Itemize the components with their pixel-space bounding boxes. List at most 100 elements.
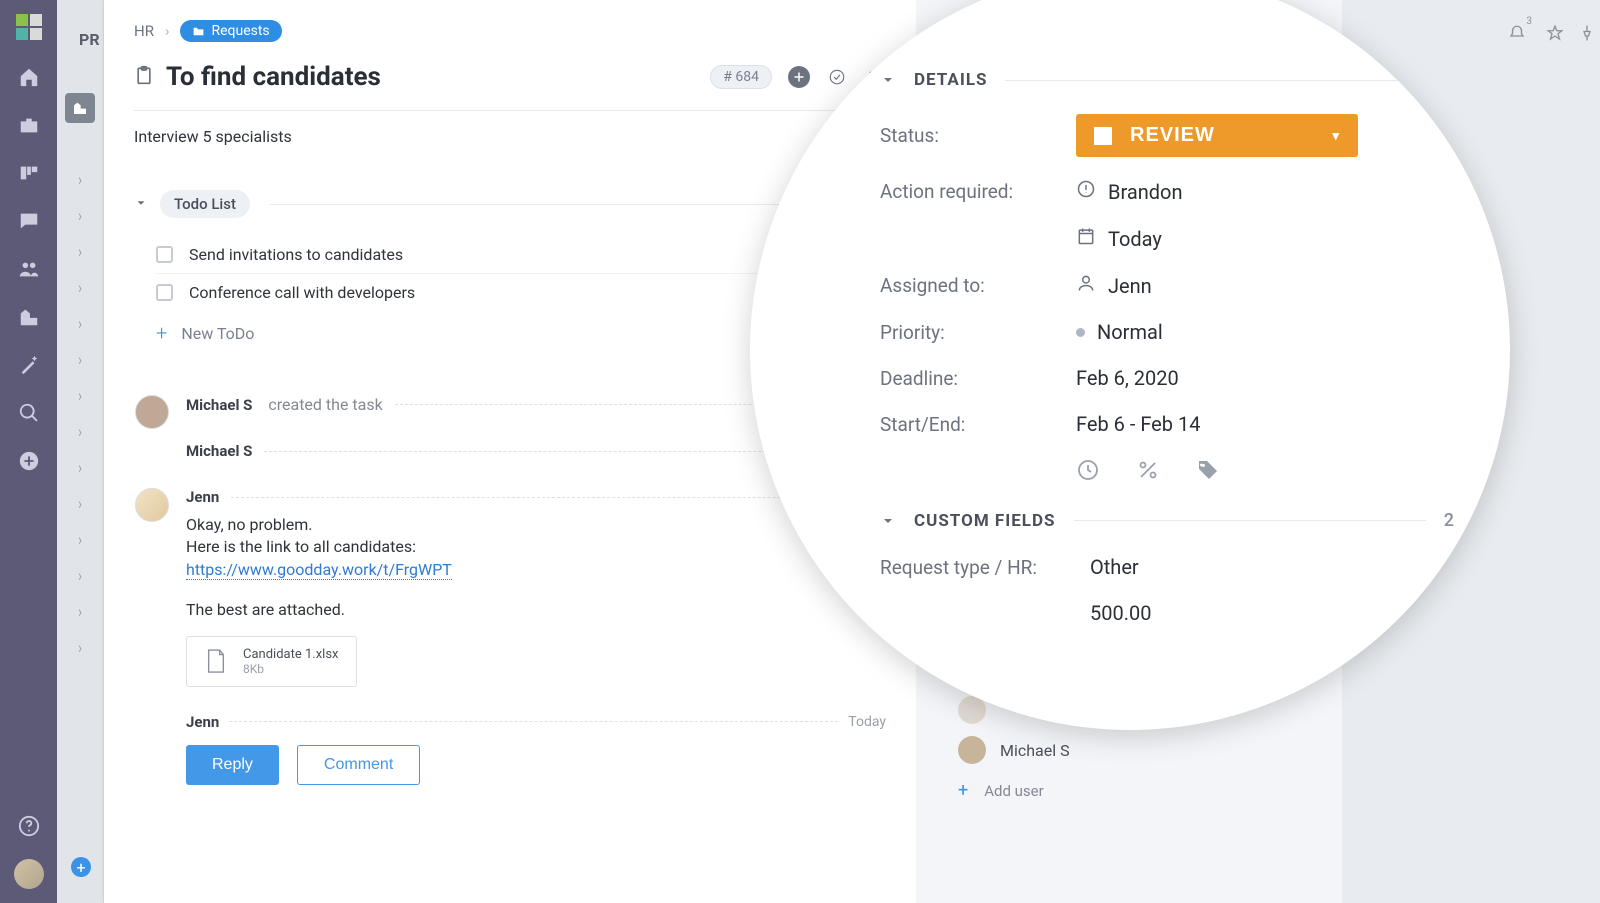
priority-value[interactable]: Normal: [1097, 320, 1163, 344]
custom-fields-header[interactable]: CUSTOM FIELDS 2: [880, 510, 1454, 531]
calendar-icon: [1076, 226, 1096, 251]
wand-icon[interactable]: [18, 354, 40, 376]
todo-text: Send invitations to candidates: [189, 245, 403, 264]
reply-time: Today: [848, 714, 886, 730]
add-project-button[interactable]: +: [71, 857, 91, 877]
assigned-label: Assigned to:: [880, 274, 1076, 297]
chevron-down-icon: ▾: [1332, 128, 1340, 144]
star-icon[interactable]: [1546, 24, 1564, 42]
org-tile[interactable]: [65, 93, 95, 123]
add-button[interactable]: [788, 66, 810, 88]
status-dropdown[interactable]: REVIEW ▾: [1076, 114, 1358, 157]
people-icon[interactable]: [18, 258, 40, 280]
tree-chevron-icon[interactable]: ›: [78, 206, 82, 226]
chat-icon[interactable]: [18, 210, 40, 232]
project-column: PR › › › › › › › › › › › › › › +: [57, 0, 104, 903]
request-type-value[interactable]: Other: [1090, 555, 1139, 579]
status-color-icon: [1094, 127, 1112, 145]
alert-circle-icon: [1076, 179, 1096, 204]
task-description: Interview 5 specialists: [134, 127, 886, 146]
request-type-label: Request type / HR:: [880, 556, 1090, 579]
startend-label: Start/End:: [880, 413, 1076, 436]
tree-chevron-icon[interactable]: ›: [78, 314, 82, 334]
tree-chevron-icon[interactable]: ›: [78, 242, 82, 262]
activity-separator-user: Michael S: [186, 442, 252, 460]
user-row[interactable]: Michael S: [958, 736, 1070, 764]
action-when[interactable]: Today: [1108, 227, 1162, 251]
pin-icon[interactable]: [1578, 24, 1596, 42]
folder-icon: [192, 25, 205, 38]
breadcrumb-root[interactable]: HR: [134, 22, 154, 40]
action-user[interactable]: Brandon: [1108, 180, 1183, 204]
help-icon[interactable]: [18, 815, 40, 837]
left-rail: [0, 0, 57, 903]
file-icon: [205, 648, 227, 674]
add-circle-icon[interactable]: [18, 450, 40, 472]
custom-fields-count: 2: [1444, 510, 1454, 531]
user-name: Michael S: [1000, 741, 1070, 760]
chevron-right-icon: ›: [165, 22, 170, 40]
plus-icon: +: [958, 780, 968, 801]
clock-icon[interactable]: [1076, 458, 1100, 482]
message-line: Okay, no problem.: [186, 514, 886, 536]
tree-chevron-icon[interactable]: ›: [78, 458, 82, 478]
tree-chevron-icon[interactable]: ›: [78, 170, 82, 190]
tag-icon[interactable]: [1196, 458, 1220, 482]
avatar: [135, 395, 169, 429]
assigned-value[interactable]: Jenn: [1108, 274, 1152, 298]
todo-text: Conference call with developers: [189, 283, 415, 302]
tree-chevron-icon[interactable]: ›: [78, 494, 82, 514]
message-line: Here is the link to all candidates:: [186, 536, 886, 558]
avatar: [135, 488, 169, 522]
notification-icon[interactable]: 3: [1508, 24, 1532, 42]
search-icon[interactable]: [18, 402, 40, 424]
app-logo[interactable]: [16, 14, 42, 40]
percent-icon[interactable]: [1136, 458, 1160, 482]
todo-header[interactable]: Todo List: [134, 190, 886, 218]
breadcrumb-folder[interactable]: Requests: [180, 20, 281, 42]
board-icon[interactable]: [18, 162, 40, 184]
home-icon[interactable]: [18, 66, 40, 88]
tree-chevron-icon[interactable]: ›: [78, 602, 82, 622]
comment-button[interactable]: Comment: [297, 745, 420, 785]
tree-chevron-icon[interactable]: ›: [78, 566, 82, 586]
action-required-label: Action required:: [880, 180, 1076, 203]
custom-fields-heading: CUSTOM FIELDS: [914, 511, 1056, 531]
details-heading: DETAILS: [914, 70, 987, 90]
breadcrumb: HR › Requests: [134, 20, 886, 42]
tree-chevron-icon[interactable]: ›: [78, 350, 82, 370]
tree-chevron-icon[interactable]: ›: [78, 386, 82, 406]
reply-user: Jenn: [186, 713, 219, 731]
message-line: The best are attached.: [186, 599, 886, 621]
deadline-value[interactable]: Feb 6, 2020: [1076, 366, 1179, 390]
chevron-down-icon: [880, 513, 896, 529]
project-column-header: PR: [57, 30, 103, 49]
activity-action: created the task: [268, 395, 382, 414]
reply-button[interactable]: Reply: [186, 745, 279, 785]
todo-list-label: Todo List: [160, 190, 250, 218]
details-section-header[interactable]: DETAILS: [880, 70, 1454, 90]
plus-icon: +: [156, 321, 167, 345]
add-user-button[interactable]: + Add user: [958, 780, 1070, 801]
status-value: REVIEW: [1130, 124, 1215, 147]
startend-value[interactable]: Feb 6 - Feb 14: [1076, 412, 1200, 436]
chevron-down-icon: [880, 72, 896, 88]
tree-chevron-icon[interactable]: ›: [78, 422, 82, 442]
add-user-label: Add user: [984, 782, 1043, 800]
activity-user: Jenn: [186, 488, 219, 506]
briefcase-icon[interactable]: [18, 114, 40, 136]
message-link[interactable]: https://www.goodday.work/t/FrgWPT: [186, 560, 452, 580]
tree-chevron-icon[interactable]: ›: [78, 278, 82, 298]
attachment-name: Candidate 1.xlsx: [243, 647, 338, 662]
user-avatar[interactable]: [14, 859, 44, 889]
attachment[interactable]: Candidate 1.xlsx 8Kb: [186, 636, 357, 687]
tree-chevron-icon[interactable]: ›: [78, 530, 82, 550]
todo-checkbox[interactable]: [156, 284, 173, 301]
check-circle-icon[interactable]: [826, 66, 848, 88]
status-label: Status:: [880, 124, 1076, 147]
todo-checkbox[interactable]: [156, 246, 173, 263]
clipboard-icon: [134, 65, 154, 89]
org-icon[interactable]: [18, 306, 40, 328]
custom-amount-value[interactable]: 500.00: [1090, 601, 1151, 625]
tree-chevron-icon[interactable]: ›: [78, 638, 82, 658]
